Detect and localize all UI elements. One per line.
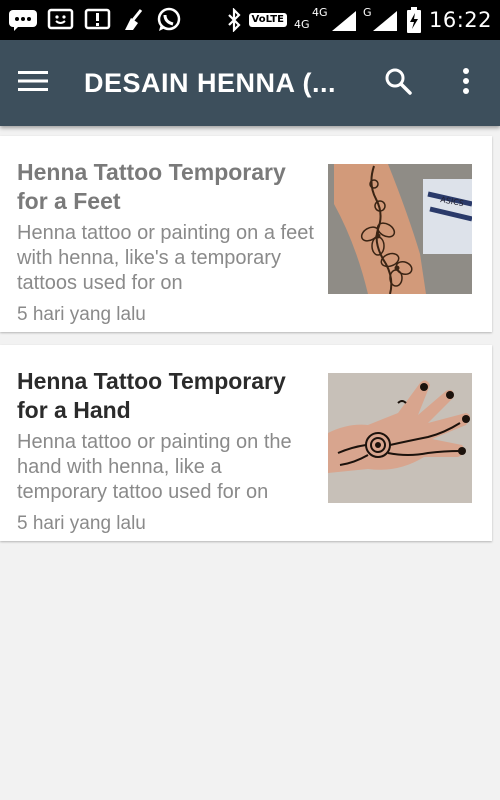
- search-icon: [384, 67, 412, 99]
- article-timestamp: 5 hari yang lalu: [17, 304, 146, 325]
- signal-icon: 4G 4G: [294, 7, 356, 33]
- article-timestamp: 5 hari yang lalu: [17, 513, 146, 534]
- article-title[interactable]: Henna Tattoo Temporary for a Feet: [17, 158, 317, 216]
- whatsapp-icon: [156, 7, 182, 33]
- more-options-button[interactable]: [440, 40, 492, 126]
- network-type-label: G: [362, 6, 372, 19]
- chat-bubble-icon: [8, 9, 38, 31]
- hamburger-menu-icon: [18, 70, 48, 96]
- sms-smiley-icon: [47, 8, 75, 32]
- alert-icon: [84, 8, 112, 32]
- henna-leg-photo[interactable]: ASICS: [328, 164, 472, 294]
- menu-button[interactable]: [0, 40, 66, 126]
- network-type-label: 4G: [293, 18, 310, 31]
- battery-charging-icon: [406, 7, 422, 33]
- more-vert-icon: [462, 68, 470, 98]
- article-description: Henna tattoo or painting on a feet with …: [17, 222, 314, 294]
- bluetooth-icon: [226, 8, 242, 32]
- volte-badge: VoLTE: [248, 13, 287, 27]
- henna-hand-photo[interactable]: [328, 373, 472, 503]
- broom-icon: [121, 8, 147, 32]
- article-card[interactable]: Henna Tattoo Temporary for a Feet Henna …: [0, 136, 492, 332]
- article-title[interactable]: Henna Tattoo Temporary for a Hand: [17, 367, 317, 425]
- network-type-label: 4G: [311, 6, 328, 19]
- app-bar: DESAIN HENNA (...: [0, 40, 500, 126]
- article-card[interactable]: Henna Tattoo Temporary for a Hand Henna …: [0, 345, 492, 541]
- article-text: Henna Tattoo Temporary for a Hand Henna …: [17, 367, 317, 535]
- search-button[interactable]: [372, 40, 424, 126]
- status-bar: VoLTE 4G 4G G 16:22: [0, 0, 500, 40]
- clock: 16:22: [428, 8, 492, 32]
- signal-icon: G: [363, 7, 399, 33]
- page-title: DESAIN HENNA (...: [84, 67, 337, 98]
- article-description: Henna tattoo or painting on the hand wit…: [17, 431, 292, 503]
- article-text: Henna Tattoo Temporary for a Feet Henna …: [17, 158, 317, 326]
